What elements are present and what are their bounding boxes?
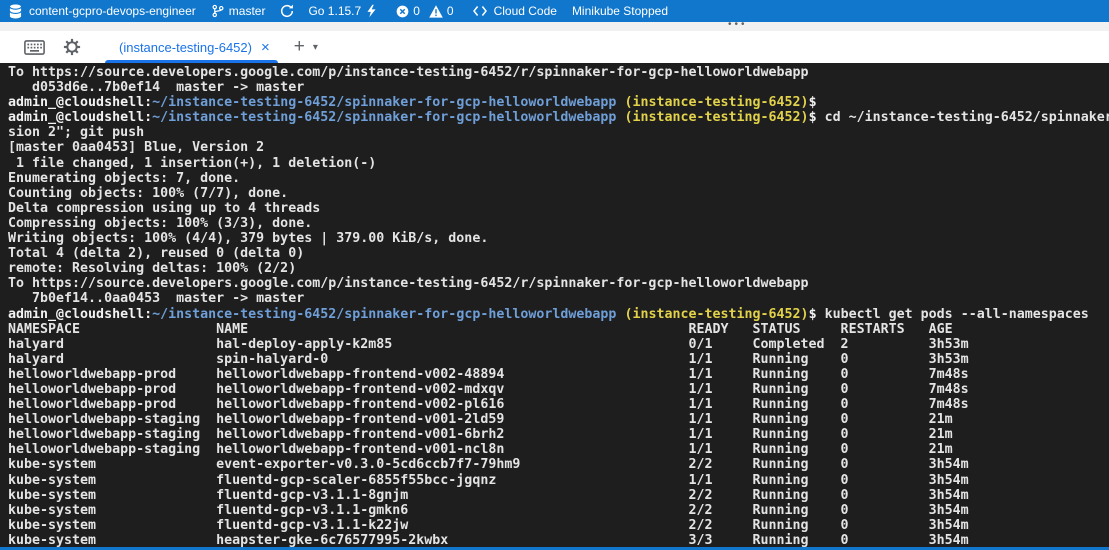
pod-row: kube-system event-exporter-v0.3.0-5cd6cc… [8,457,1109,472]
pod-row: helloworldwebapp-prod helloworldwebapp-f… [8,397,1109,412]
go-version-item[interactable]: Go 1.15.7 [308,4,376,18]
terminal-line: [master 0aa0453] Blue, Version 2 [8,140,1109,155]
keyboard-icon[interactable] [24,40,45,55]
code-icon [473,5,487,17]
terminal-line: Total 4 (delta 2), reused 0 (delta 0) [8,246,1109,261]
terminal[interactable]: To https://source.developers.google.com/… [0,63,1109,550]
terminal-line: Compressing objects: 100% (3/3), done. [8,216,1109,231]
sync-icon[interactable] [280,4,294,18]
terminal-line: Writing objects: 100% (4/4), 379 bytes |… [8,231,1109,246]
cloud-code-label: Cloud Code [494,4,557,18]
warning-count: 0 [447,4,454,18]
error-count: 0 [413,4,420,18]
terminal-tab-bar: ••• [0,22,1109,63]
terminal-line: remote: Resolving deltas: 100% (2/2) [8,261,1109,276]
pod-row: helloworldwebapp-prod helloworldwebapp-f… [8,367,1109,382]
minikube-status[interactable]: Minikube Stopped [572,4,668,18]
pod-row: kube-system fluentd-gcp-scaler-6855f55bc… [8,473,1109,488]
lightning-icon [367,4,376,18]
project-selector[interactable]: content-gcpro-devops-engineer [9,4,196,19]
pod-row: helloworldwebapp-staging helloworldwebap… [8,412,1109,427]
drag-handle-icon[interactable]: ••• [728,19,748,31]
terminal-line: To https://source.developers.google.com/… [8,65,1109,80]
terminal-line: 7b0ef14..0aa0453 master -> master [8,291,1109,306]
go-version: Go 1.15.7 [308,4,361,18]
minikube-label: Minikube Stopped [572,4,668,18]
database-icon [9,4,22,19]
tab-close-icon[interactable]: × [261,39,270,56]
warning-icon [429,5,443,18]
pod-row: helloworldwebapp-prod helloworldwebapp-f… [8,382,1109,397]
pod-row: halyard spin-halyard-0 1/1 Running 0 3h5… [8,352,1109,367]
tab-options-caret-icon[interactable]: ▾ [313,42,318,53]
gear-icon[interactable] [63,38,81,56]
terminal-line: admin_@cloudshell:~/instance-testing-645… [8,110,1109,125]
new-tab-button[interactable]: + [294,36,305,58]
pod-row: kube-system fluentd-gcp-v3.1.1-8gnjm 2/2… [8,488,1109,503]
terminal-tab-label: (instance-testing-6452) [119,40,252,55]
terminal-line: Delta compression using up to 4 threads [8,201,1109,216]
terminal-line: 1 file changed, 1 insertion(+), 1 deleti… [8,156,1109,171]
terminal-output: To https://source.developers.google.com/… [8,65,1109,548]
terminal-line: NAMESPACE NAME READY STATUS RESTARTS AGE [8,322,1109,337]
terminal-line: Enumerating objects: 7, done. [8,171,1109,186]
pod-row: helloworldwebapp-staging helloworldwebap… [8,427,1109,442]
terminal-line: d053d6e..7b0ef14 master -> master [8,80,1109,95]
terminal-line: Counting objects: 100% (7/7), done. [8,186,1109,201]
pod-row: helloworldwebapp-staging helloworldwebap… [8,442,1109,457]
tab-row: (instance-testing-6452) × + ▾ [0,31,1109,63]
git-branch-item[interactable]: master [212,4,266,18]
panel-divider: ••• [0,22,1109,31]
terminal-line: sion 2"; git push [8,125,1109,140]
status-bar: content-gcpro-devops-engineer master Go … [0,0,1109,22]
problems-item[interactable]: 0 0 [396,4,453,18]
git-branch-icon [212,4,224,18]
pod-row: kube-system heapster-gke-6c76577995-2kwb… [8,533,1109,548]
terminal-line: To https://source.developers.google.com/… [8,276,1109,291]
terminal-tab[interactable]: (instance-testing-6452) × [105,31,278,63]
terminal-line: admin_@cloudshell:~/instance-testing-645… [8,95,1109,110]
pod-row: kube-system fluentd-gcp-v3.1.1-k22jw 2/2… [8,518,1109,533]
branch-name: master [229,4,266,18]
pod-row: kube-system fluentd-gcp-v3.1.1-gmkn6 2/2… [8,503,1109,518]
project-name: content-gcpro-devops-engineer [29,4,196,18]
pod-row: halyard hal-deploy-apply-k2m85 0/1 Compl… [8,337,1109,352]
terminal-line: admin_@cloudshell:~/instance-testing-645… [8,307,1109,322]
error-icon [396,5,409,18]
cloud-code-item[interactable]: Cloud Code [473,4,557,18]
